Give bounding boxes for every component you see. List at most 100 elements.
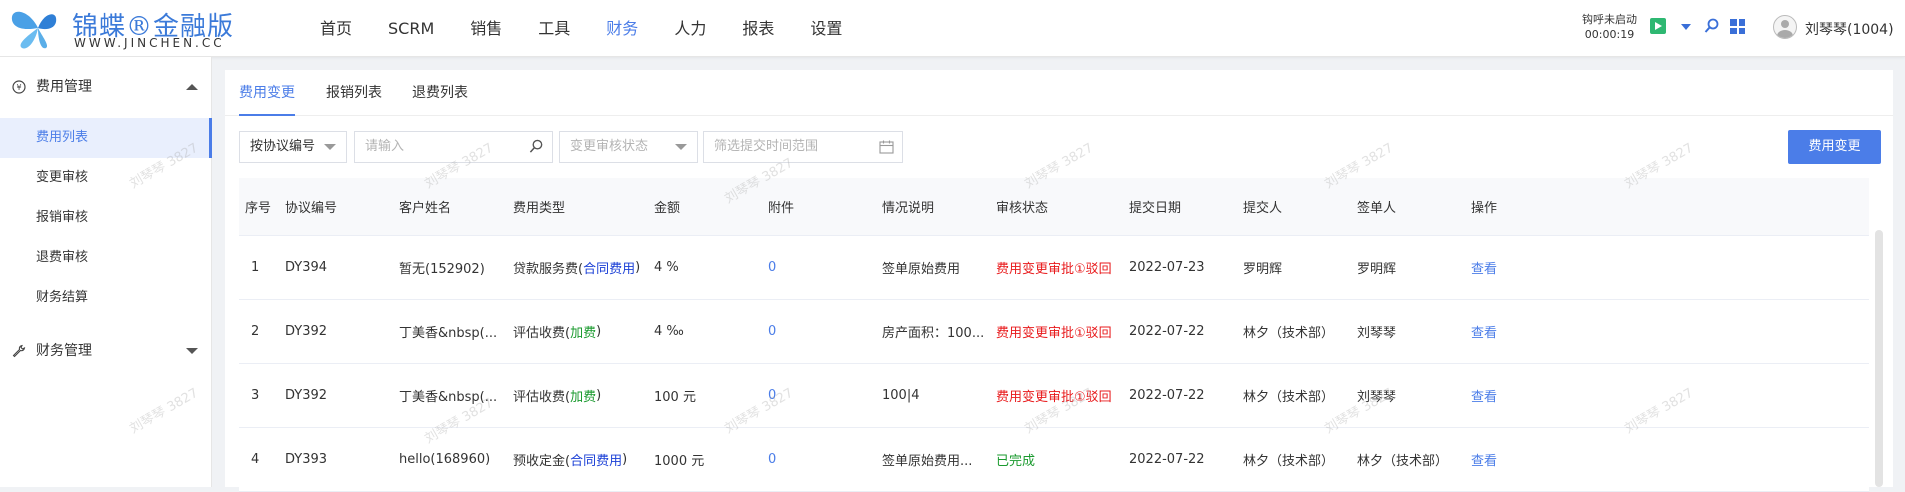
fee-type-name: 评估收费( bbox=[513, 390, 571, 405]
signer: 刘琴琴 bbox=[1357, 390, 1397, 405]
call-status: 钩呼未启动 00:00:19 bbox=[1582, 12, 1637, 42]
attachment-count[interactable]: 0 bbox=[768, 236, 878, 299]
tab-reimburse-list[interactable]: 报销列表 bbox=[326, 70, 382, 116]
avatar[interactable] bbox=[1773, 15, 1797, 39]
row-no: 4 bbox=[251, 452, 260, 467]
col-header: 签单人 bbox=[1357, 201, 1397, 216]
review-status-select[interactable]: 变更审核状态 bbox=[559, 131, 698, 163]
note: 签单原始费用... bbox=[882, 454, 973, 469]
col-header: 操作 bbox=[1471, 201, 1498, 216]
sidebar-group-fee-management[interactable]: ¥ 费用管理 bbox=[0, 69, 212, 105]
nav-sales[interactable]: 销售 bbox=[470, 0, 502, 57]
nav-reports[interactable]: 报表 bbox=[742, 0, 774, 57]
view-link[interactable]: 查看 bbox=[1471, 364, 1531, 427]
fee-type-tag: 加费 bbox=[570, 326, 597, 341]
sidebar-item-refund-review[interactable]: 退费审核 bbox=[0, 238, 212, 278]
attachment-count[interactable]: 0 bbox=[768, 300, 878, 363]
customer-name: 丁美香&nbsp(... bbox=[399, 326, 498, 341]
main-content: 费用变更 报销列表 退费列表 按协议编号 请输入 变更审核状态 筛选提交时间范围… bbox=[225, 70, 1893, 492]
fee-type-tail: ) bbox=[596, 324, 602, 339]
amount: 100 元 bbox=[654, 390, 696, 405]
nav-settings[interactable]: 设置 bbox=[810, 0, 842, 57]
row-no: 3 bbox=[251, 388, 260, 403]
protocol-code: DY394 bbox=[285, 260, 328, 275]
yen-circle-icon: ¥ bbox=[12, 80, 26, 94]
fee-type-name: 贷款服务费( bbox=[513, 262, 584, 277]
fee-type: 预收定金(合同费用) bbox=[513, 428, 653, 491]
amount: 1000 元 bbox=[654, 454, 705, 469]
butterfly-logo-icon bbox=[11, 11, 57, 49]
sidebar-group-label: 财务管理 bbox=[36, 343, 92, 359]
submit-date: 2022-07-22 bbox=[1129, 388, 1205, 403]
fee-type-tag: 合同费用 bbox=[570, 454, 623, 469]
protocol-code: DY393 bbox=[285, 452, 328, 467]
search-input[interactable]: 请输入 bbox=[354, 131, 553, 163]
tab-refund-list[interactable]: 退费列表 bbox=[412, 70, 468, 116]
row-no: 2 bbox=[251, 324, 260, 339]
tab-fee-change[interactable]: 费用变更 bbox=[239, 70, 295, 116]
search-icon[interactable] bbox=[1704, 18, 1720, 34]
fee-change-button[interactable]: 费用变更 bbox=[1788, 130, 1881, 164]
customer-name: hello(168960) bbox=[399, 452, 491, 467]
signer: 罗明辉 bbox=[1357, 262, 1397, 277]
sidebar-item-change-review[interactable]: 变更审核 bbox=[0, 158, 212, 198]
col-header: 情况说明 bbox=[882, 201, 935, 216]
table-row: 3 DY392 丁美香&nbsp(... 评估收费(加费) 100 元 0 10… bbox=[239, 364, 1869, 428]
protocol-select[interactable]: 按协议编号 bbox=[239, 131, 347, 163]
submit-date: 2022-07-23 bbox=[1129, 260, 1205, 275]
sidebar: ¥ 费用管理 费用列表 变更审核 报销审核 退费审核 财务结算 财务管理 bbox=[0, 57, 212, 487]
submitter: 林夕（技术部） bbox=[1243, 454, 1335, 469]
table-row: 1 DY394 暂无(152902) 贷款服务费(合同费用) 4 % 0 签单原… bbox=[239, 236, 1869, 300]
dropdown-caret-icon[interactable] bbox=[1681, 24, 1691, 30]
vertical-scrollbar[interactable] bbox=[1875, 230, 1883, 487]
signer: 林夕（技术部） bbox=[1357, 454, 1449, 469]
note: 签单原始费用 bbox=[882, 262, 961, 277]
protocol-code: DY392 bbox=[285, 388, 328, 403]
col-header: 协议编号 bbox=[285, 201, 338, 216]
signer: 刘琴琴 bbox=[1357, 326, 1397, 341]
top-bar: 锦蝶®金融版 WWW.JINCHEN.CC 首页 SCRM 销售 工具 财务 人… bbox=[0, 0, 1905, 57]
view-link[interactable]: 查看 bbox=[1471, 236, 1531, 299]
customer-name: 丁美香&nbsp(... bbox=[399, 390, 498, 405]
customer-name: 暂无(152902) bbox=[399, 262, 485, 277]
sidebar-group-finance-management[interactable]: 财务管理 bbox=[0, 333, 212, 369]
attachment-count[interactable]: 0 bbox=[768, 364, 878, 427]
sidebar-item-reimburse-review[interactable]: 报销审核 bbox=[0, 198, 212, 238]
protocol-select-value: 按协议编号 bbox=[250, 139, 316, 154]
view-link[interactable]: 查看 bbox=[1471, 428, 1531, 491]
review-status: 费用变更审批①驳回 bbox=[996, 262, 1112, 277]
svg-text:¥: ¥ bbox=[16, 83, 21, 92]
apps-grid-icon[interactable] bbox=[1730, 19, 1745, 34]
logo[interactable]: 锦蝶®金融版 WWW.JINCHEN.CC bbox=[8, 4, 248, 52]
sidebar-item-fee-list[interactable]: 费用列表 bbox=[0, 118, 212, 158]
search-placeholder: 请输入 bbox=[365, 139, 405, 154]
call-timer: 00:00:19 bbox=[1584, 28, 1635, 41]
col-header: 提交日期 bbox=[1129, 201, 1182, 216]
main-nav: 首页 SCRM 销售 工具 财务 人力 报表 设置 bbox=[320, 0, 878, 57]
fee-type-tail: ) bbox=[635, 260, 641, 275]
fee-type-tail: ) bbox=[596, 388, 602, 403]
submit-date: 2022-07-22 bbox=[1129, 452, 1205, 467]
search-icon[interactable] bbox=[529, 139, 544, 154]
view-link[interactable]: 查看 bbox=[1471, 300, 1531, 363]
col-header: 费用类型 bbox=[513, 201, 566, 216]
date-range-picker[interactable]: 筛选提交时间范围 bbox=[703, 131, 903, 163]
user-name[interactable]: 刘琴琴(1004) bbox=[1805, 19, 1894, 39]
note: 房产面积：100... bbox=[882, 326, 985, 341]
nav-finance[interactable]: 财务 bbox=[606, 0, 638, 57]
attachment-count[interactable]: 0 bbox=[768, 428, 878, 491]
expand-caret-icon bbox=[186, 348, 198, 354]
note: 100|4 bbox=[882, 388, 920, 403]
fee-type-name: 预收定金( bbox=[513, 454, 571, 469]
nav-home[interactable]: 首页 bbox=[320, 0, 352, 57]
sidebar-item-settlement[interactable]: 财务结算 bbox=[0, 278, 212, 318]
date-range-placeholder: 筛选提交时间范围 bbox=[714, 139, 819, 154]
nav-hr[interactable]: 人力 bbox=[674, 0, 706, 57]
nav-tools[interactable]: 工具 bbox=[538, 0, 570, 57]
call-status-text: 钩呼未启动 bbox=[1582, 13, 1637, 26]
amount: 4 % bbox=[654, 260, 679, 275]
play-icon[interactable] bbox=[1650, 18, 1666, 34]
wrench-icon bbox=[12, 344, 26, 358]
nav-scrm[interactable]: SCRM bbox=[388, 0, 434, 57]
table-row: 2 DY392 丁美香&nbsp(... 评估收费(加费) 4 ‰ 0 房产面积… bbox=[239, 300, 1869, 364]
